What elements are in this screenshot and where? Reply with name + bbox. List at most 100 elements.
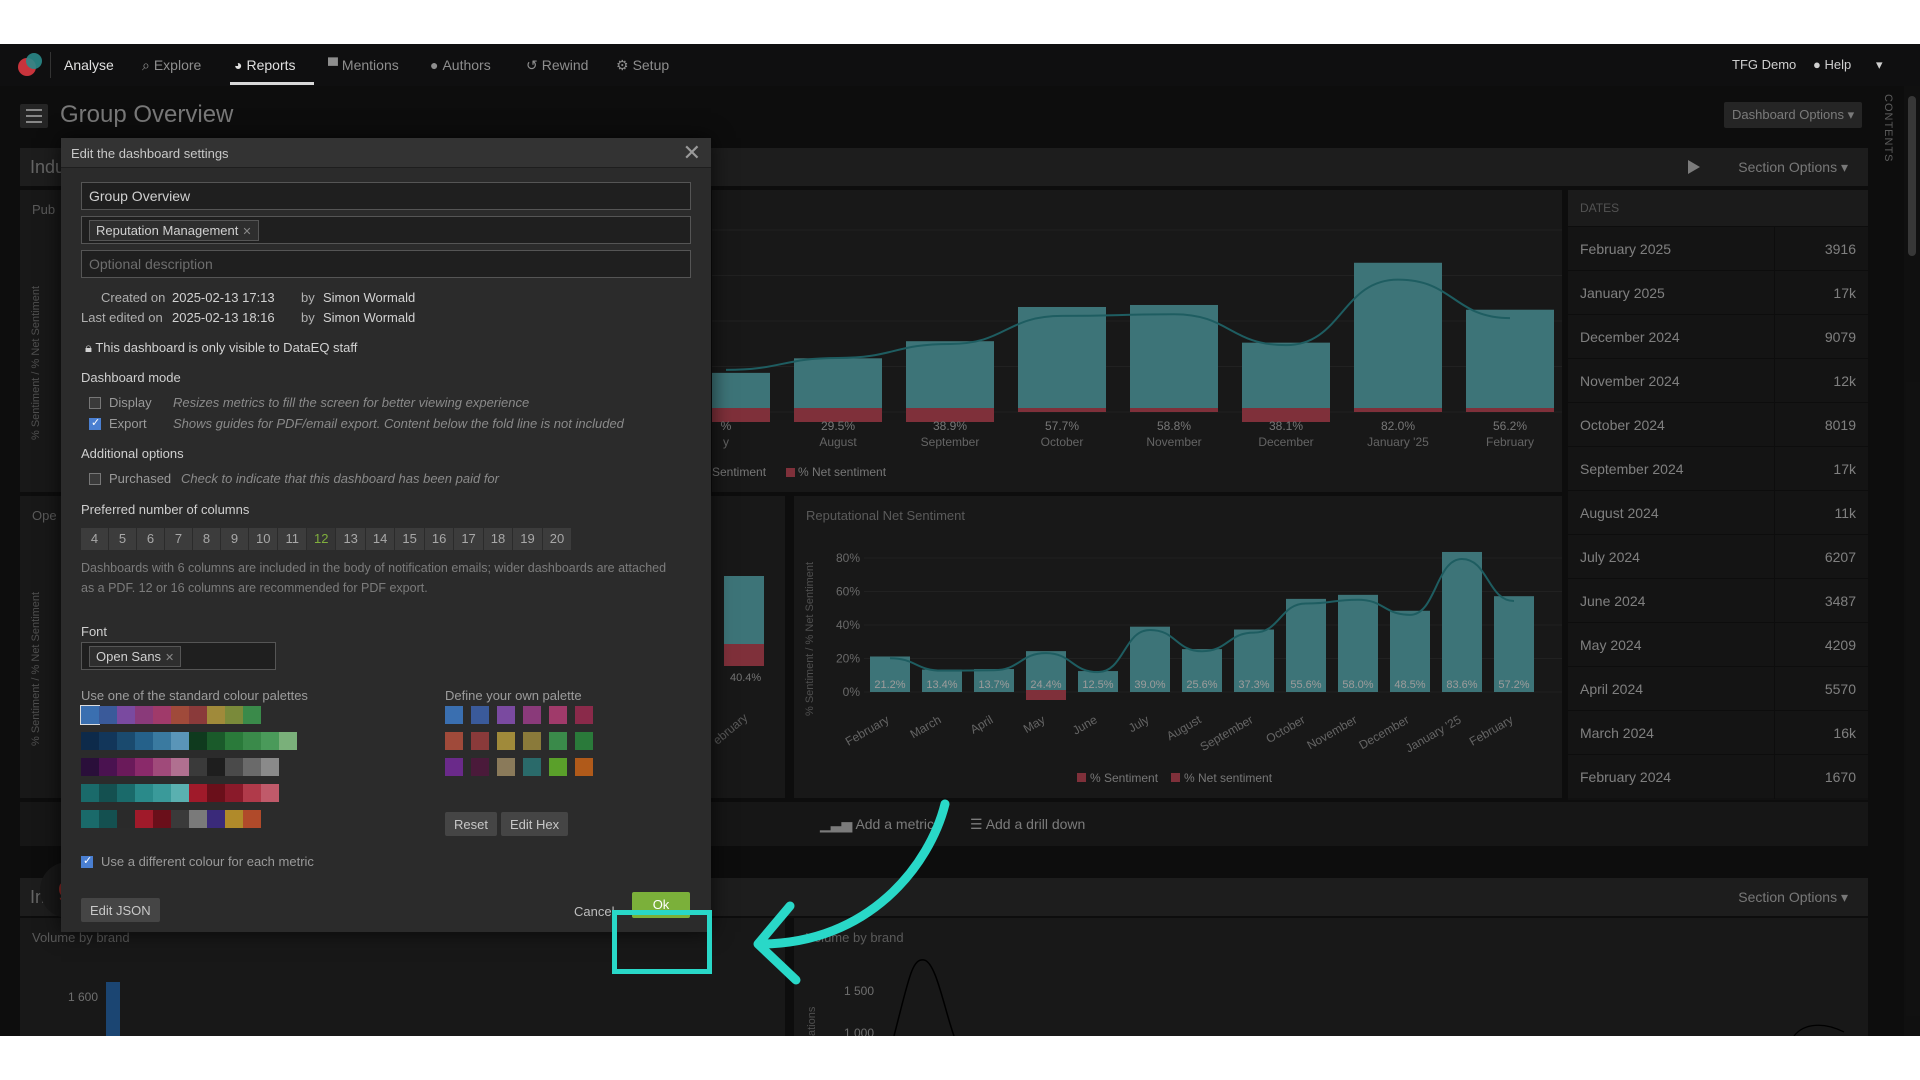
help-link[interactable]: ● Help <box>1813 57 1851 72</box>
different-colour-checkbox[interactable] <box>81 854 93 868</box>
column-option[interactable]: 4 <box>81 528 109 550</box>
palette-swatch[interactable] <box>153 732 171 750</box>
column-option[interactable]: 5 <box>109 528 137 550</box>
nav-rewind[interactable]: ↺ Rewind <box>526 57 588 74</box>
tag-chip[interactable]: Reputation Management ✕ <box>89 220 259 241</box>
custom-palette-swatch[interactable] <box>471 732 489 750</box>
nav-setup[interactable]: ⚙ Setup <box>616 57 669 74</box>
dataeq-logo-icon[interactable] <box>16 51 44 79</box>
column-option[interactable]: 16 <box>424 528 455 550</box>
palette-swatch[interactable] <box>189 810 207 828</box>
dashboard-name-field[interactable]: Group Overview <box>81 182 691 210</box>
edit-json-button[interactable]: Edit JSON <box>81 898 160 922</box>
custom-palette-swatch[interactable] <box>523 758 541 776</box>
column-option[interactable]: 7 <box>165 528 193 550</box>
palette-swatch[interactable] <box>117 706 135 724</box>
nav-reports[interactable]: ◕ Reports <box>234 57 296 73</box>
palette-swatch[interactable] <box>189 732 207 750</box>
palette-swatch[interactable] <box>261 732 279 750</box>
column-option[interactable]: 10 <box>249 528 279 550</box>
edit-hex-button[interactable]: Edit Hex <box>501 812 569 836</box>
palette-swatch[interactable] <box>261 758 279 776</box>
custom-palette-swatch[interactable] <box>497 758 515 776</box>
column-option[interactable]: 12 <box>306 528 337 550</box>
column-option[interactable]: 19 <box>513 528 543 550</box>
custom-palette-swatch[interactable] <box>549 758 567 776</box>
nav-authors[interactable]: ● Authors <box>430 57 491 73</box>
custom-palette-swatch[interactable] <box>575 706 593 724</box>
palette-swatch[interactable] <box>225 784 243 802</box>
font-field[interactable]: Open Sans ✕ <box>81 642 276 670</box>
palette-swatch[interactable] <box>189 706 207 724</box>
palette-swatch[interactable] <box>117 810 135 828</box>
column-option[interactable]: 14 <box>365 528 396 550</box>
palette-swatch[interactable] <box>99 810 117 828</box>
remove-font-icon[interactable]: ✕ <box>165 652 174 664</box>
palette-swatch[interactable] <box>99 758 117 776</box>
palette-swatch[interactable] <box>171 758 189 776</box>
palette-swatch[interactable] <box>243 784 261 802</box>
column-option[interactable]: 6 <box>137 528 165 550</box>
description-field[interactable]: Optional description <box>81 250 691 278</box>
account-menu[interactable]: TFG Demo <box>1732 57 1796 72</box>
palette-swatch[interactable] <box>80 705 100 725</box>
column-option[interactable]: 17 <box>454 528 484 550</box>
palette-swatch[interactable] <box>99 706 117 724</box>
reset-palette-button[interactable]: Reset <box>445 812 497 836</box>
export-checkbox[interactable] <box>89 416 101 430</box>
custom-palette-swatch[interactable] <box>497 706 515 724</box>
column-option[interactable]: 9 <box>221 528 249 550</box>
custom-palette-swatch[interactable] <box>471 758 489 776</box>
column-option[interactable]: 11 <box>278 528 307 550</box>
palette-swatch[interactable] <box>135 732 153 750</box>
palette-swatch[interactable] <box>225 732 243 750</box>
palette-swatch[interactable] <box>207 810 225 828</box>
remove-tag-icon[interactable]: ✕ <box>242 226 251 238</box>
palette-swatch[interactable] <box>81 810 99 828</box>
palette-swatch[interactable] <box>261 784 279 802</box>
chevron-down-icon[interactable]: ▾ <box>1876 57 1883 73</box>
palette-swatch[interactable] <box>99 732 117 750</box>
palette-swatch[interactable] <box>243 706 261 724</box>
cancel-button[interactable]: Cancel <box>574 904 614 919</box>
palette-swatch[interactable] <box>171 706 189 724</box>
custom-palette-swatch[interactable] <box>523 732 541 750</box>
custom-palette-swatch[interactable] <box>445 758 463 776</box>
palette-swatch[interactable] <box>135 706 153 724</box>
palette-swatch[interactable] <box>207 758 225 776</box>
custom-palette-swatch[interactable] <box>471 706 489 724</box>
palette-swatch[interactable] <box>189 784 207 802</box>
nav-explore[interactable]: ⌕ Explore <box>142 57 201 74</box>
custom-palette-swatch[interactable] <box>575 758 593 776</box>
palette-swatch[interactable] <box>81 784 99 802</box>
palette-swatch[interactable] <box>117 758 135 776</box>
purchased-checkbox[interactable] <box>89 473 101 485</box>
palette-swatch[interactable] <box>225 758 243 776</box>
tags-field[interactable]: Reputation Management ✕ <box>81 216 691 244</box>
palette-swatch[interactable] <box>117 732 135 750</box>
custom-palette-swatch[interactable] <box>445 732 463 750</box>
palette-swatch[interactable] <box>243 732 261 750</box>
palette-swatch[interactable] <box>243 758 261 776</box>
custom-palette-swatch[interactable] <box>549 732 567 750</box>
palette-swatch[interactable] <box>171 732 189 750</box>
palette-swatch[interactable] <box>171 784 189 802</box>
palette-swatch[interactable] <box>207 732 225 750</box>
column-option[interactable]: 20 <box>542 528 573 550</box>
close-icon[interactable]: ✕ <box>683 140 701 166</box>
palette-swatch[interactable] <box>81 758 99 776</box>
column-option[interactable]: 13 <box>336 528 366 550</box>
palette-swatch[interactable] <box>207 784 225 802</box>
custom-palette-swatch[interactable] <box>549 706 567 724</box>
palette-swatch[interactable] <box>189 758 207 776</box>
palette-swatch[interactable] <box>171 810 189 828</box>
palette-swatch[interactable] <box>153 784 171 802</box>
palette-swatch[interactable] <box>153 706 171 724</box>
nav-mentions[interactable]: ▀ Mentions <box>328 57 399 73</box>
palette-swatch[interactable] <box>153 758 171 776</box>
display-checkbox[interactable] <box>89 397 101 409</box>
custom-palette-swatch[interactable] <box>445 706 463 724</box>
font-chip[interactable]: Open Sans ✕ <box>89 646 182 667</box>
palette-swatch[interactable] <box>135 784 153 802</box>
column-option[interactable]: 8 <box>193 528 221 550</box>
